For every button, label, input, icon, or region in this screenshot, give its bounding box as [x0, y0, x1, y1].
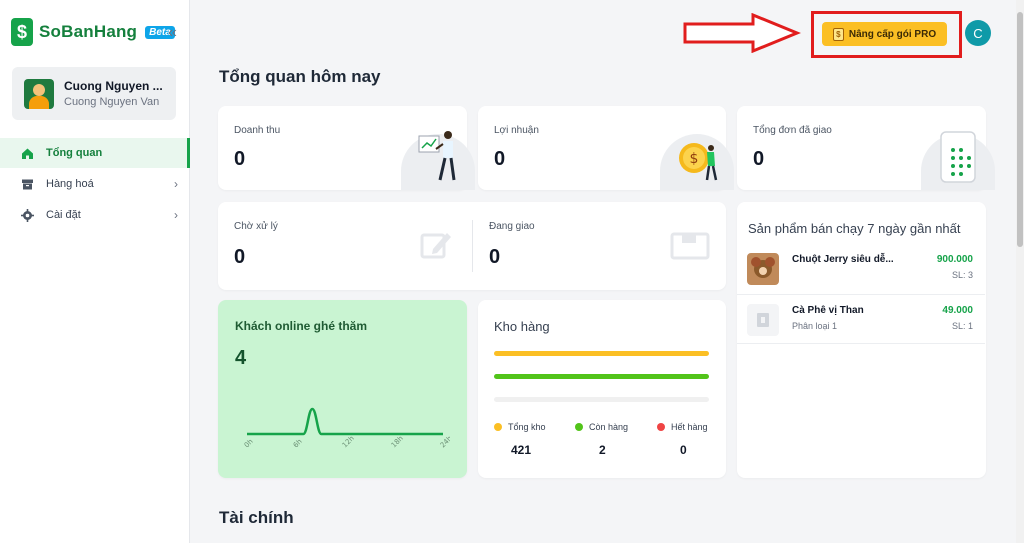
avatar [24, 78, 54, 109]
sidebar-item-overview[interactable]: Tổng quan [0, 138, 190, 168]
x-tick-label: 12h [341, 434, 356, 449]
user-menu-avatar[interactable]: C [965, 20, 991, 46]
legend-dot [657, 423, 665, 431]
brand-name: SoBanHang [39, 22, 138, 41]
divider [472, 220, 473, 272]
dollar-logo-icon: $ [11, 18, 33, 46]
total-stock-value: 421 [511, 443, 532, 457]
x-tick-label: 18h [390, 434, 405, 449]
user-fullname: Cuong Nguyen Van [64, 96, 160, 108]
user-name: Cuong Nguyen ... [64, 79, 163, 93]
product-quantity: SL: 3 [951, 270, 973, 280]
chevron-right-icon: › [174, 208, 178, 222]
bestsellers-title: Sản phẩm bán chạy 7 ngày gần nhất [748, 221, 961, 236]
product-thumbnail [747, 253, 779, 285]
stat-label: Tổng đơn đã giao [753, 125, 832, 136]
out-of-stock-value: 0 [680, 443, 687, 457]
user-card[interactable]: Cuong Nguyen ... Cuong Nguyen Van [12, 67, 176, 120]
package-icon[interactable] [670, 232, 710, 260]
online-visitors-chart: 0h 6h 12h 18h 24h [243, 407, 450, 449]
legend-dot [575, 423, 583, 431]
stat-value: 0 [494, 148, 506, 170]
shipping-label: Đang giao [489, 221, 535, 232]
scrollbar-thumb[interactable] [1017, 12, 1023, 247]
pending-value: 0 [234, 246, 246, 268]
chevron-right-icon: › [174, 177, 178, 191]
stat-value: 0 [234, 148, 246, 170]
product-variant: Phân loại 1 [792, 321, 838, 331]
product-price: 49.000 [942, 305, 973, 316]
legend-label: Tổng kho [508, 422, 546, 432]
brand[interactable]: $ SoBanHang Beta [11, 18, 175, 46]
x-tick-label: 24h [439, 434, 450, 449]
page-title: Tổng quan hôm nay [219, 67, 381, 86]
warehouse-card[interactable]: Kho hàng Tổng kho Còn hàng Hết hàng 421 … [478, 300, 726, 478]
sidebar-nav: Tổng quan Hàng hoá › Cài đặt › [0, 138, 190, 231]
product-name: Chuột Jerry siêu dễ... [792, 254, 894, 265]
warehouse-title: Kho hàng [494, 319, 550, 334]
gear-icon [21, 208, 34, 222]
svg-text:$: $ [690, 151, 699, 167]
phone-illustration-icon [940, 131, 976, 183]
legend-label: Hết hàng [671, 422, 708, 432]
home-icon [21, 147, 34, 160]
legend-out-of-stock: Hết hàng [657, 422, 708, 432]
delivered-orders-card[interactable]: Tổng đơn đã giao 0 [737, 106, 995, 190]
product-placeholder-icon [747, 304, 779, 336]
bestsellers-card: Sản phẩm bán chạy 7 ngày gần nhất Chuột … [737, 202, 986, 478]
legend-dot [494, 423, 502, 431]
online-visitors-title: Khách online ghé thăm [235, 319, 368, 333]
sidebar-item-label: Cài đặt [46, 209, 81, 221]
shipping-value: 0 [489, 246, 501, 268]
sidebar-item-label: Hàng hoá [46, 178, 94, 190]
legend-total-stock: Tổng kho [494, 422, 546, 432]
product-name: Cà Phê vị Than [792, 305, 864, 316]
stat-value: 0 [753, 148, 765, 170]
visitors-line [247, 407, 443, 436]
sidebar-item-label: Tổng quan [46, 147, 103, 159]
online-visitors-value: 4 [235, 347, 247, 369]
total-stock-bar [494, 351, 709, 356]
sidebar-item-settings[interactable]: Cài đặt › [0, 200, 190, 230]
sidebar: $ SoBanHang Beta « Cuong Nguyen ... Cuon… [0, 0, 190, 543]
sidebar-item-products[interactable]: Hàng hoá › [0, 169, 190, 199]
in-stock-value: 2 [599, 443, 606, 457]
out-of-stock-bar [494, 397, 709, 402]
revenue-card[interactable]: Doanh thu 0 [218, 106, 475, 190]
upgrade-pro-label: Nâng cấp gói PRO [848, 28, 937, 40]
product-quantity: SL: 1 [951, 321, 973, 331]
collapse-sidebar-icon[interactable]: « [168, 24, 177, 42]
legend-label: Còn hàng [589, 422, 629, 432]
upgrade-pro-button[interactable]: $ Nâng cấp gói PRO [822, 22, 947, 46]
profit-card[interactable]: Lợi nhuận 0 $ [478, 106, 734, 190]
stat-label: Lợi nhuận [494, 125, 539, 136]
coin-icon: $ [832, 27, 844, 41]
coin-illustration-icon: $ [679, 143, 718, 181]
pending-label: Chờ xử lý [234, 221, 278, 232]
presenter-illustration-icon [418, 131, 456, 181]
list-item[interactable]: Cà Phê vị Than Phân loại 1 49.000 SL: 1 [737, 294, 985, 344]
product-price: 900.000 [936, 254, 973, 265]
x-tick-label: 0h [243, 437, 255, 449]
x-tick-label: 6h [292, 437, 304, 449]
edit-note-icon[interactable] [420, 229, 452, 261]
legend-in-stock: Còn hàng [575, 422, 628, 432]
finance-section-title: Tài chính [219, 508, 294, 527]
in-stock-bar [494, 374, 709, 379]
list-item[interactable]: Chuột Jerry siêu dễ... 900.000 SL: 3 [737, 244, 985, 294]
box-icon [21, 178, 34, 191]
highlight-arrow-icon [683, 13, 801, 53]
online-visitors-card[interactable]: Khách online ghé thăm 4 0h 6h 12h 18h 24h [218, 300, 467, 478]
stat-label: Doanh thu [234, 125, 281, 136]
order-status-card: Chờ xử lý 0 Đang giao 0 [218, 202, 726, 290]
